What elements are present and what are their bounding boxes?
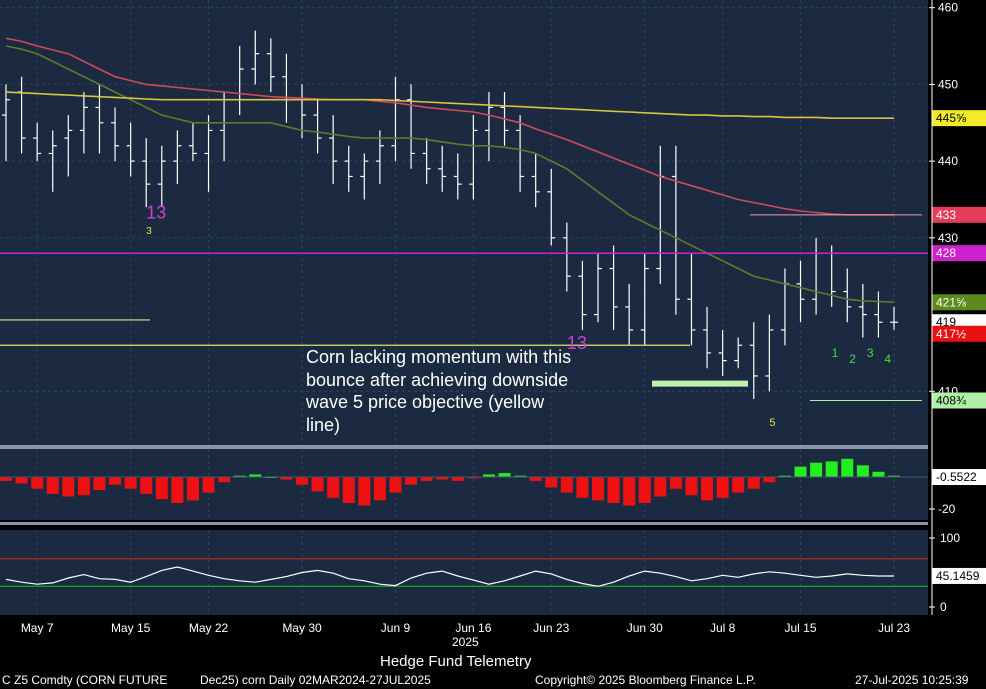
price-badge-label: 417½ xyxy=(936,327,966,341)
momentum-bar xyxy=(420,477,433,481)
oscillator-badge-label: 45.1459 xyxy=(936,569,980,583)
momentum-bar xyxy=(576,477,589,498)
bloomberg-chart-window: 460 450 440 430 4 1 0 May 7 May 15 May 22 May 30 Ju… xyxy=(0,0,986,689)
momentum-bar xyxy=(342,477,355,503)
x-tick-label: Jun 23 xyxy=(533,621,569,635)
momentum-bar xyxy=(327,477,340,498)
momentum-bar xyxy=(62,477,75,497)
price-chart: 460 450 440 430 4 1 0 May 7 May 15 May 22 May 30 Ju… xyxy=(0,0,986,635)
momentum-bar xyxy=(638,477,651,503)
chart-title: Hedge Fund Telemetry xyxy=(380,653,532,670)
td-count-13: 13 xyxy=(146,203,166,223)
x-tick-label: May 22 xyxy=(189,621,229,635)
x-tick-label: Jul 23 xyxy=(878,621,910,635)
year-label: 2025 xyxy=(452,635,479,649)
momentum-bar xyxy=(763,477,776,483)
contract-label: Dec25) corn Daily 02MAR2024-27JUL2025 xyxy=(200,673,431,687)
panel-divider xyxy=(0,522,928,525)
x-tick-label: Jul 15 xyxy=(785,621,817,635)
momentum-tick-label: -20 xyxy=(938,502,956,516)
footer-bar: 2025 Hedge Fund Telemetry C Z5 Comdty (C… xyxy=(0,635,986,689)
momentum-bar xyxy=(373,477,386,501)
oscillator-tick-label: 0 xyxy=(940,600,947,614)
wave-label: 5 xyxy=(769,417,775,429)
x-tick-label: May 7 xyxy=(21,621,54,635)
x-tick-label: May 15 xyxy=(111,621,151,635)
price-badge-label: 428 xyxy=(936,246,956,260)
momentum-bar xyxy=(810,462,823,477)
momentum-bar xyxy=(46,477,59,494)
momentum-bar xyxy=(358,477,371,506)
price-badge-label: 445⅝ xyxy=(936,111,967,125)
x-tick-label: May 30 xyxy=(282,621,322,635)
momentum-bar xyxy=(856,465,869,477)
momentum-bar xyxy=(841,458,854,477)
momentum-bar xyxy=(451,477,464,481)
y-tick-label: 440 xyxy=(938,154,958,168)
momentum-bar xyxy=(498,473,511,477)
momentum-bar xyxy=(218,477,231,483)
momentum-panel-bg xyxy=(0,449,928,520)
momentum-bar xyxy=(109,477,122,485)
wave-label: 1 xyxy=(832,346,839,360)
momentum-bar xyxy=(155,477,168,500)
oscillator-panel-bg xyxy=(0,530,928,615)
momentum-bar xyxy=(405,477,418,485)
price-badge-label: 421⅝ xyxy=(936,295,967,309)
copyright-label: Copyright© 2025 Bloomberg Finance L.P. xyxy=(535,673,756,687)
momentum-bar xyxy=(31,477,44,489)
oscillator-tick-label: 100 xyxy=(940,531,960,545)
momentum-bar xyxy=(311,477,324,492)
momentum-bar xyxy=(685,477,698,496)
momentum-bar xyxy=(389,477,402,493)
momentum-bar xyxy=(0,477,12,481)
wave-label: 2 xyxy=(849,352,856,366)
momentum-bar xyxy=(654,477,667,497)
momentum-bar xyxy=(171,477,184,503)
momentum-bar xyxy=(77,477,90,496)
wave-label: 3 xyxy=(146,226,152,237)
momentum-bar xyxy=(93,477,106,490)
momentum-bar xyxy=(202,477,215,493)
momentum-bar xyxy=(15,477,28,484)
y-tick-label: 460 xyxy=(938,1,958,15)
momentum-bar xyxy=(607,477,620,503)
momentum-bar xyxy=(296,477,308,485)
momentum-bar xyxy=(623,477,636,506)
x-tick-label: Jun 30 xyxy=(627,621,663,635)
momentum-bar xyxy=(716,477,729,498)
wave-label: 4 xyxy=(884,352,891,366)
momentum-bar xyxy=(186,477,199,501)
momentum-bar xyxy=(140,477,153,494)
momentum-bar xyxy=(545,477,558,488)
panel-divider xyxy=(0,445,928,449)
y-tick-label: 450 xyxy=(938,77,958,91)
momentum-bar xyxy=(825,461,838,477)
momentum-bar xyxy=(747,477,760,489)
momentum-bar xyxy=(732,477,745,493)
price-badge-label: 433 xyxy=(936,208,956,222)
momentum-bar xyxy=(592,477,604,501)
momentum-badge-label: -0.5522 xyxy=(936,470,977,484)
wave5-zone xyxy=(652,380,748,387)
y-tick-label: 430 xyxy=(938,231,958,245)
price-badge-label: 408¾ xyxy=(936,394,967,408)
momentum-bar xyxy=(124,477,137,489)
annotation-text: Corn lacking momentum with this bounce a… xyxy=(306,347,572,435)
x-tick-label: Jun 9 xyxy=(381,621,411,635)
momentum-bar xyxy=(669,477,682,489)
momentum-bar xyxy=(701,477,714,501)
x-tick-label: Jun 16 xyxy=(455,621,491,635)
momentum-bar xyxy=(794,466,807,477)
momentum-bar xyxy=(560,477,573,493)
ticker-label: C Z5 Comdty (CORN FUTURE xyxy=(2,673,168,687)
momentum-bar xyxy=(529,477,542,481)
momentum-bar xyxy=(872,471,885,477)
wave-label: 3 xyxy=(867,346,874,360)
timestamp-label: 27-Jul-2025 10:25:39 xyxy=(855,673,969,687)
x-tick-label: Jul 8 xyxy=(710,621,736,635)
